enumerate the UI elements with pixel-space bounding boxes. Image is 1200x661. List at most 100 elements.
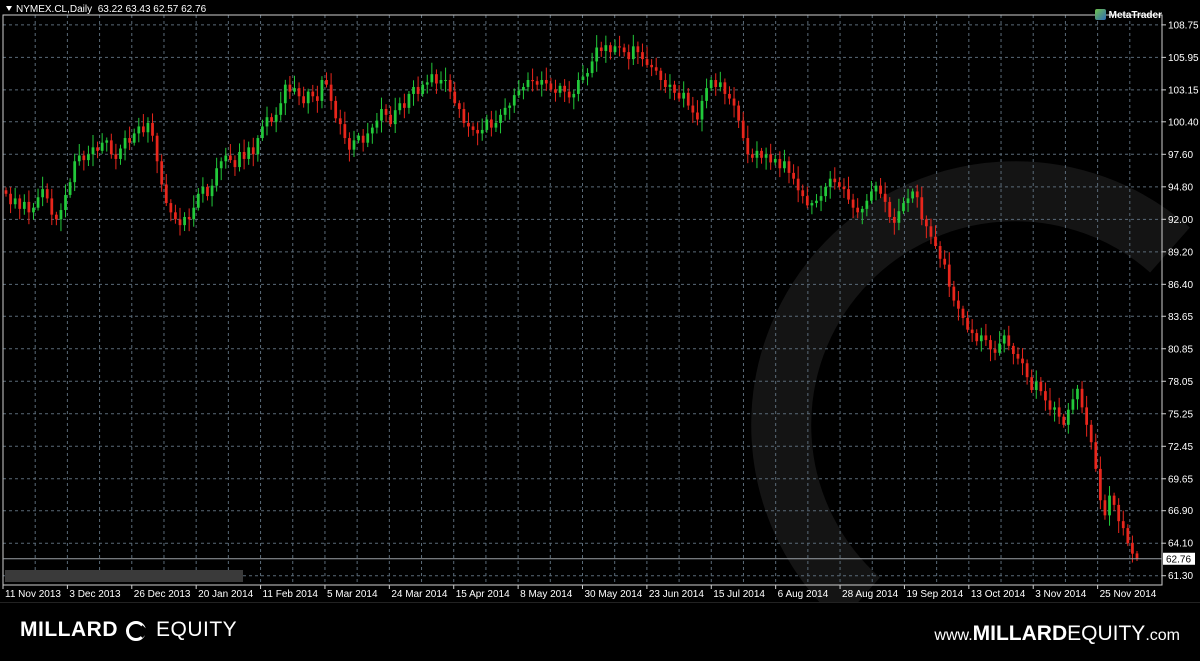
candle-body <box>366 133 370 143</box>
candle-body <box>654 67 658 71</box>
candle-body <box>412 86 415 94</box>
candle-body <box>1002 335 1006 344</box>
x-tick-label: 20 Jan 2014 <box>198 589 253 600</box>
candle-body <box>586 73 589 77</box>
current-price-label: 62.76 <box>1166 554 1191 565</box>
candle-body <box>1112 495 1116 505</box>
brand-left-light: EQUITY <box>155 618 238 641</box>
x-tick-label: 3 Nov 2014 <box>1035 589 1087 600</box>
candle-body <box>508 105 512 108</box>
candle-body <box>915 191 919 198</box>
candle-body <box>416 86 420 94</box>
candle-body <box>998 343 1002 353</box>
candle-body <box>1007 335 1011 346</box>
chart-window: 108.75 105.95 103.15 100.40 97.60 94.80 92.00 8… <box>0 0 1200 661</box>
candle-body <box>123 138 127 149</box>
candle-body <box>494 122 498 128</box>
y-tick-label: 78.05 <box>1168 377 1193 388</box>
candle-body <box>265 117 269 127</box>
candle-body <box>1098 468 1102 501</box>
candle-body <box>393 110 397 125</box>
y-tick-label: 97.60 <box>1168 150 1193 161</box>
candle-body <box>141 126 145 133</box>
candle-body <box>87 154 90 161</box>
x-tick-label: 5 Mar 2014 <box>327 589 378 600</box>
brand-url[interactable]: www.MILLARDEQUITY.com <box>934 622 1180 646</box>
candle-body <box>613 46 617 53</box>
candle-body <box>943 258 947 265</box>
candle-body <box>183 216 186 226</box>
candle-body <box>599 47 603 51</box>
candle-body <box>911 191 915 199</box>
candle-body <box>293 88 296 92</box>
candle-body <box>1048 400 1052 410</box>
candle-body <box>1108 495 1111 516</box>
candle-body <box>499 114 502 123</box>
candle-body <box>224 155 228 162</box>
candle-body <box>526 80 530 87</box>
candle-body <box>558 85 562 93</box>
y-tick-label: 89.20 <box>1168 247 1193 258</box>
candle-body <box>448 80 452 92</box>
candle-body <box>883 193 887 202</box>
candle-body <box>650 64 654 68</box>
x-tick-label: 8 May 2014 <box>520 589 573 600</box>
candle-body <box>435 74 438 84</box>
candle-body <box>370 127 374 134</box>
candle-body <box>902 203 905 212</box>
candle-body <box>778 158 782 169</box>
candle-body <box>352 140 356 150</box>
candle-body <box>1044 391 1047 401</box>
candle-body <box>540 80 544 85</box>
y-tick-label: 69.65 <box>1168 474 1193 485</box>
candle-body <box>682 92 686 99</box>
millard-logo-icon <box>125 621 146 641</box>
candle-body <box>810 203 814 206</box>
x-tick-label: 11 Feb 2014 <box>263 589 319 600</box>
candle-body <box>979 335 983 342</box>
candle-body <box>105 140 109 143</box>
x-tick-label: 26 Dec 2013 <box>134 589 191 600</box>
x-tick-label: 24 Mar 2014 <box>391 589 448 600</box>
candle-body <box>590 61 594 74</box>
candlestick-chart[interactable]: 108.75 105.95 103.15 100.40 97.60 94.80 92.00 8… <box>0 0 1200 602</box>
candle-body <box>1057 407 1061 417</box>
x-tick-label: 19 Sep 2014 <box>906 589 963 600</box>
candle-body <box>631 46 635 60</box>
candle-body <box>1076 388 1079 400</box>
candle-body <box>315 96 319 101</box>
candle-body <box>952 286 956 301</box>
candle-body <box>837 182 841 187</box>
candle-body <box>641 52 644 60</box>
x-tick-label: 6 Aug 2014 <box>778 589 829 600</box>
candle-body <box>966 317 969 330</box>
candle-body <box>874 185 878 192</box>
metatrader-label: MetaTrader <box>1108 10 1162 21</box>
candle-body <box>760 150 763 158</box>
candle-body <box>274 114 278 122</box>
candle-body <box>989 340 992 350</box>
candle-body <box>59 210 63 220</box>
candle-body <box>691 105 695 113</box>
history-scrollbar[interactable] <box>5 570 243 582</box>
candle-body <box>306 91 310 104</box>
candle-body <box>288 84 292 92</box>
candle-body <box>645 59 649 65</box>
url-light: EQUITY <box>1067 622 1146 645</box>
candle-body <box>45 189 49 199</box>
candle-body <box>233 160 237 168</box>
candle-body <box>338 118 342 125</box>
candle-body <box>215 168 219 186</box>
candle-body <box>975 333 979 342</box>
candle-body <box>856 207 860 213</box>
candle-body <box>219 161 223 169</box>
candle-body <box>348 138 351 150</box>
candle-body <box>934 236 937 247</box>
dropdown-triangle-icon[interactable] <box>6 6 12 11</box>
metatrader-icon <box>1094 9 1106 20</box>
candle-body <box>700 100 704 120</box>
candle-body <box>1089 424 1093 443</box>
candle-body <box>238 151 241 168</box>
candle-body <box>311 91 315 97</box>
candle-body <box>18 198 22 209</box>
